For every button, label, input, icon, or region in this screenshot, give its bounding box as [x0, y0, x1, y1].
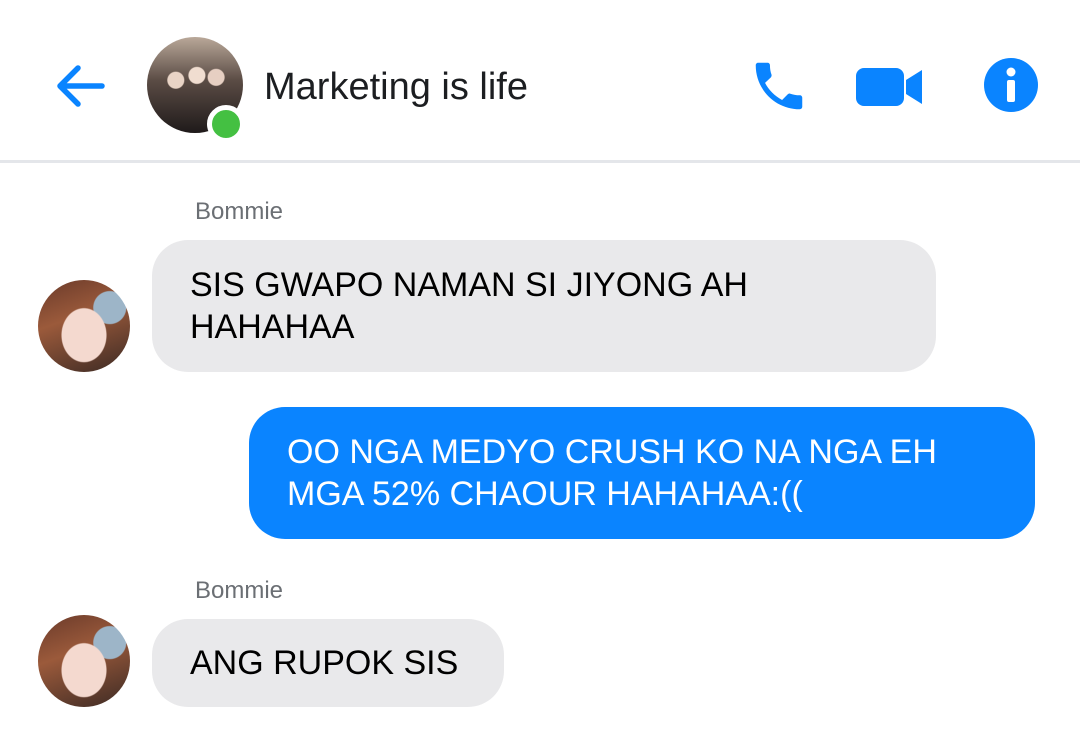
- sender-name: Bommie: [195, 198, 284, 225]
- message-bubble-outgoing[interactable]: OO NGA MEDYO CRUSH KO NA NGA EH MGA 52% …: [249, 407, 1035, 539]
- sender-avatar[interactable]: [38, 280, 130, 372]
- message-text: SIS GWAPO NAMAN SI JIYONG AH HAHAHAA: [190, 266, 748, 346]
- message-bubble-incoming[interactable]: SIS GWAPO NAMAN SI JIYONG AH HAHAHAA: [152, 240, 936, 372]
- chat-title[interactable]: Marketing is life: [264, 64, 528, 110]
- message-text: OO NGA MEDYO CRUSH KO NA NGA EH MGA 52% …: [287, 433, 937, 513]
- video-camera-icon[interactable]: [854, 58, 924, 114]
- message-text: ANG RUPOK SIS: [190, 644, 459, 682]
- sender-name: Bommie: [195, 577, 284, 604]
- message-bubble-incoming[interactable]: ANG RUPOK SIS: [152, 619, 504, 707]
- back-arrow-icon[interactable]: [50, 55, 112, 117]
- chat-header: Marketing is life: [0, 0, 1080, 163]
- info-icon[interactable]: [982, 56, 1040, 114]
- online-status-dot: [207, 105, 245, 143]
- sender-avatar[interactable]: [38, 615, 130, 707]
- phone-icon[interactable]: [748, 55, 810, 117]
